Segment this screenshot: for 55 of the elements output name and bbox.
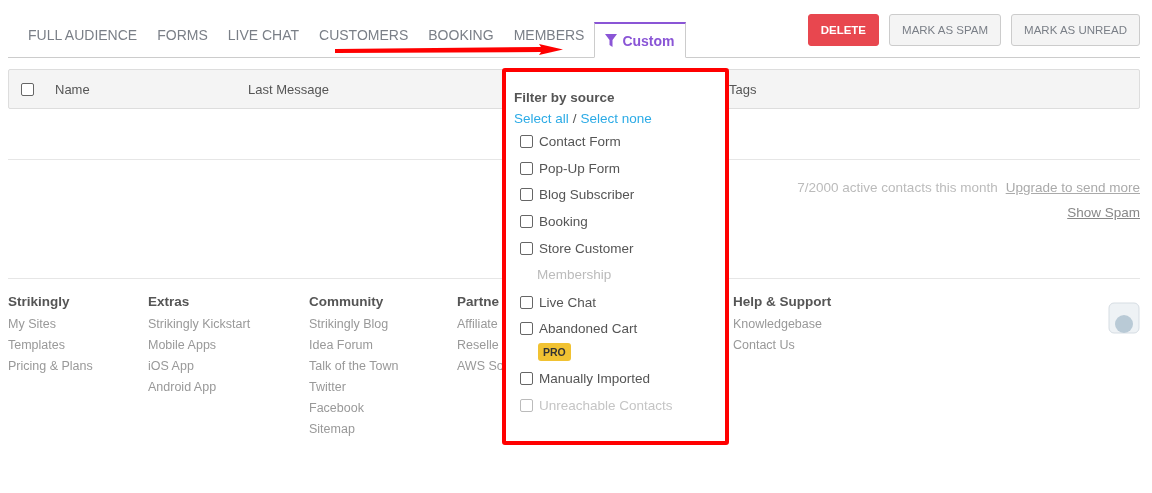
footer-link[interactable]: Strikingly Kickstart	[148, 314, 251, 335]
tab[interactable]: FULL AUDIENCE	[28, 27, 138, 43]
footer-heading: Strikingly	[8, 294, 70, 309]
filter-option[interactable]: Live Chat	[514, 288, 725, 316]
usage-text: 7/2000 active contacts this month	[797, 180, 998, 195]
mascot-icon	[1108, 300, 1140, 336]
select-all-checkbox[interactable]	[21, 82, 34, 96]
column-header: Name	[55, 81, 91, 97]
upgrade-link[interactable]: Upgrade to send more	[1005, 180, 1140, 195]
filter-icon	[605, 34, 618, 47]
footer-link[interactable]: Facebook	[309, 398, 364, 419]
footer-heading: Help & Support	[733, 294, 832, 309]
footer-link[interactable]: Sitemap	[309, 419, 355, 440]
footer-link[interactable]: Contact Us	[733, 335, 795, 356]
footer-link[interactable]: Talk of the Town	[309, 356, 399, 377]
filter-option[interactable]: Pop-Up Form	[514, 154, 725, 182]
action-button[interactable]: MARK AS SPAM	[889, 14, 1002, 46]
action-button[interactable]: MARK AS UNREAD	[1011, 14, 1140, 46]
column-header: Last Message	[248, 81, 330, 97]
footer-heading: Extras	[148, 294, 190, 309]
separator-text: /	[572, 111, 577, 126]
column-header: Tags	[729, 81, 758, 97]
delete-button[interactable]: DELETE	[807, 14, 880, 46]
tab[interactable]: MEMBERS	[513, 27, 585, 43]
footer-heading: Partne	[457, 294, 500, 309]
filter-option[interactable]: Contact Form	[514, 128, 725, 155]
footer-link[interactable]: Mobile Apps	[148, 335, 217, 356]
filter-option: Membership	[514, 262, 725, 289]
footer-link[interactable]: iOS App	[148, 356, 194, 377]
show-spam-link[interactable]: Show Spam	[1067, 205, 1140, 220]
filter-option[interactable]: Abandoned Cart	[514, 315, 725, 343]
tab[interactable]: CUSTOMERS	[319, 27, 409, 43]
select-all-link[interactable]: Select all	[514, 111, 569, 126]
footer-link[interactable]: Idea Forum	[309, 335, 373, 356]
tab[interactable]: LIVE CHAT	[227, 27, 300, 43]
filter-option[interactable]: Blog Subscriber	[514, 181, 725, 209]
filter-title: Filter by source	[514, 90, 616, 105]
tab[interactable]: BOOKING	[428, 27, 494, 43]
footer-link[interactable]: My Sites	[8, 314, 56, 335]
select-none-link[interactable]: Select none	[580, 111, 652, 126]
footer-link[interactable]: Templates	[8, 335, 65, 356]
footer-link[interactable]: Pricing & Plans	[8, 356, 93, 377]
footer-link[interactable]: Reselle	[457, 335, 499, 356]
tab[interactable]: FORMS	[157, 27, 208, 43]
footer-link[interactable]: Android App	[148, 377, 217, 398]
footer-heading: Community	[309, 294, 384, 309]
pro-badge: PRO	[538, 343, 571, 362]
filter-option[interactable]: Store Customer	[514, 235, 725, 262]
footer-link[interactable]: Twitter	[309, 377, 346, 398]
filter-option[interactable]: Booking	[514, 208, 725, 236]
footer-link[interactable]: Strikingly Blog	[309, 314, 389, 335]
footer-link[interactable]: Knowledgebase	[733, 314, 822, 335]
filter-option[interactable]: Manually Imported	[514, 365, 725, 393]
footer-link[interactable]: Affiliate	[457, 314, 498, 335]
tab[interactable]: Custom	[594, 22, 686, 58]
